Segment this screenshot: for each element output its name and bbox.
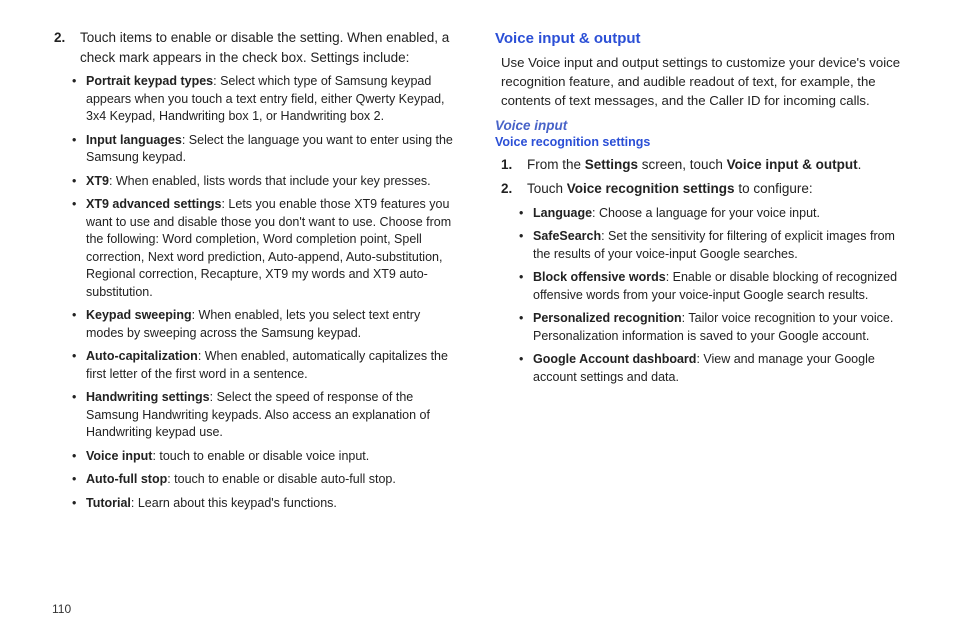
bullet-list: •Language: Choose a language for your vo… xyxy=(519,205,906,387)
bullet-icon: • xyxy=(72,307,86,342)
bullet-icon: • xyxy=(72,73,86,126)
list-item: •SafeSearch: Set the sensitivity for fil… xyxy=(519,228,906,263)
step-2: 2. Touch items to enable or disable the … xyxy=(48,28,459,67)
left-column: 2. Touch items to enable or disable the … xyxy=(48,28,459,594)
step-2: 2. Touch Voice recognition settings to c… xyxy=(495,179,906,199)
list-item: •Keypad sweeping: When enabled, lets you… xyxy=(72,307,459,342)
bullet-icon: • xyxy=(72,173,86,191)
list-item: •Personalized recognition: Tailor voice … xyxy=(519,310,906,345)
step-text: From the Settings screen, touch Voice in… xyxy=(527,155,906,175)
bullet-icon: • xyxy=(72,389,86,442)
step-number: 2. xyxy=(495,179,527,199)
list-item: •Handwriting settings: Select the speed … xyxy=(72,389,459,442)
bullet-icon: • xyxy=(72,348,86,383)
document-page: 2. Touch items to enable or disable the … xyxy=(0,0,954,636)
list-item: •Auto-full stop: touch to enable or disa… xyxy=(72,471,459,489)
list-item: •XT9 advanced settings: Lets you enable … xyxy=(72,196,459,301)
step-text: Touch items to enable or disable the set… xyxy=(80,28,459,67)
page-number: 110 xyxy=(52,602,906,616)
bullet-icon: • xyxy=(519,310,533,345)
list-item: •XT9: When enabled, lists words that inc… xyxy=(72,173,459,191)
subsection-heading: Voice recognition settings xyxy=(495,135,906,149)
bullet-icon: • xyxy=(72,471,86,489)
step-number: 1. xyxy=(495,155,527,175)
list-item: •Google Account dashboard: View and mana… xyxy=(519,351,906,386)
bullet-icon: • xyxy=(72,448,86,466)
bullet-icon: • xyxy=(519,205,533,223)
list-item: •Tutorial: Learn about this keypad's fun… xyxy=(72,495,459,513)
step-1: 1. From the Settings screen, touch Voice… xyxy=(495,155,906,175)
bullet-icon: • xyxy=(519,228,533,263)
list-item: •Block offensive words: Enable or disabl… xyxy=(519,269,906,304)
bullet-icon: • xyxy=(72,495,86,513)
bullet-list: •Portrait keypad types: Select which typ… xyxy=(72,73,459,512)
list-item: •Portrait keypad types: Select which typ… xyxy=(72,73,459,126)
right-column: Voice input & output Use Voice input and… xyxy=(495,28,906,594)
bullet-icon: • xyxy=(72,196,86,301)
step-text: Touch Voice recognition settings to conf… xyxy=(527,179,906,199)
list-item: •Voice input: touch to enable or disable… xyxy=(72,448,459,466)
list-item: •Auto-capitalization: When enabled, auto… xyxy=(72,348,459,383)
bullet-icon: • xyxy=(519,351,533,386)
subsection-italic: Voice input xyxy=(495,118,906,133)
list-item: •Input languages: Select the language yo… xyxy=(72,132,459,167)
columns: 2. Touch items to enable or disable the … xyxy=(48,28,906,594)
intro-paragraph: Use Voice input and output settings to c… xyxy=(501,53,906,110)
list-item: •Language: Choose a language for your vo… xyxy=(519,205,906,223)
bullet-icon: • xyxy=(519,269,533,304)
bullet-icon: • xyxy=(72,132,86,167)
section-heading: Voice input & output xyxy=(495,30,906,47)
step-number: 2. xyxy=(48,28,80,67)
